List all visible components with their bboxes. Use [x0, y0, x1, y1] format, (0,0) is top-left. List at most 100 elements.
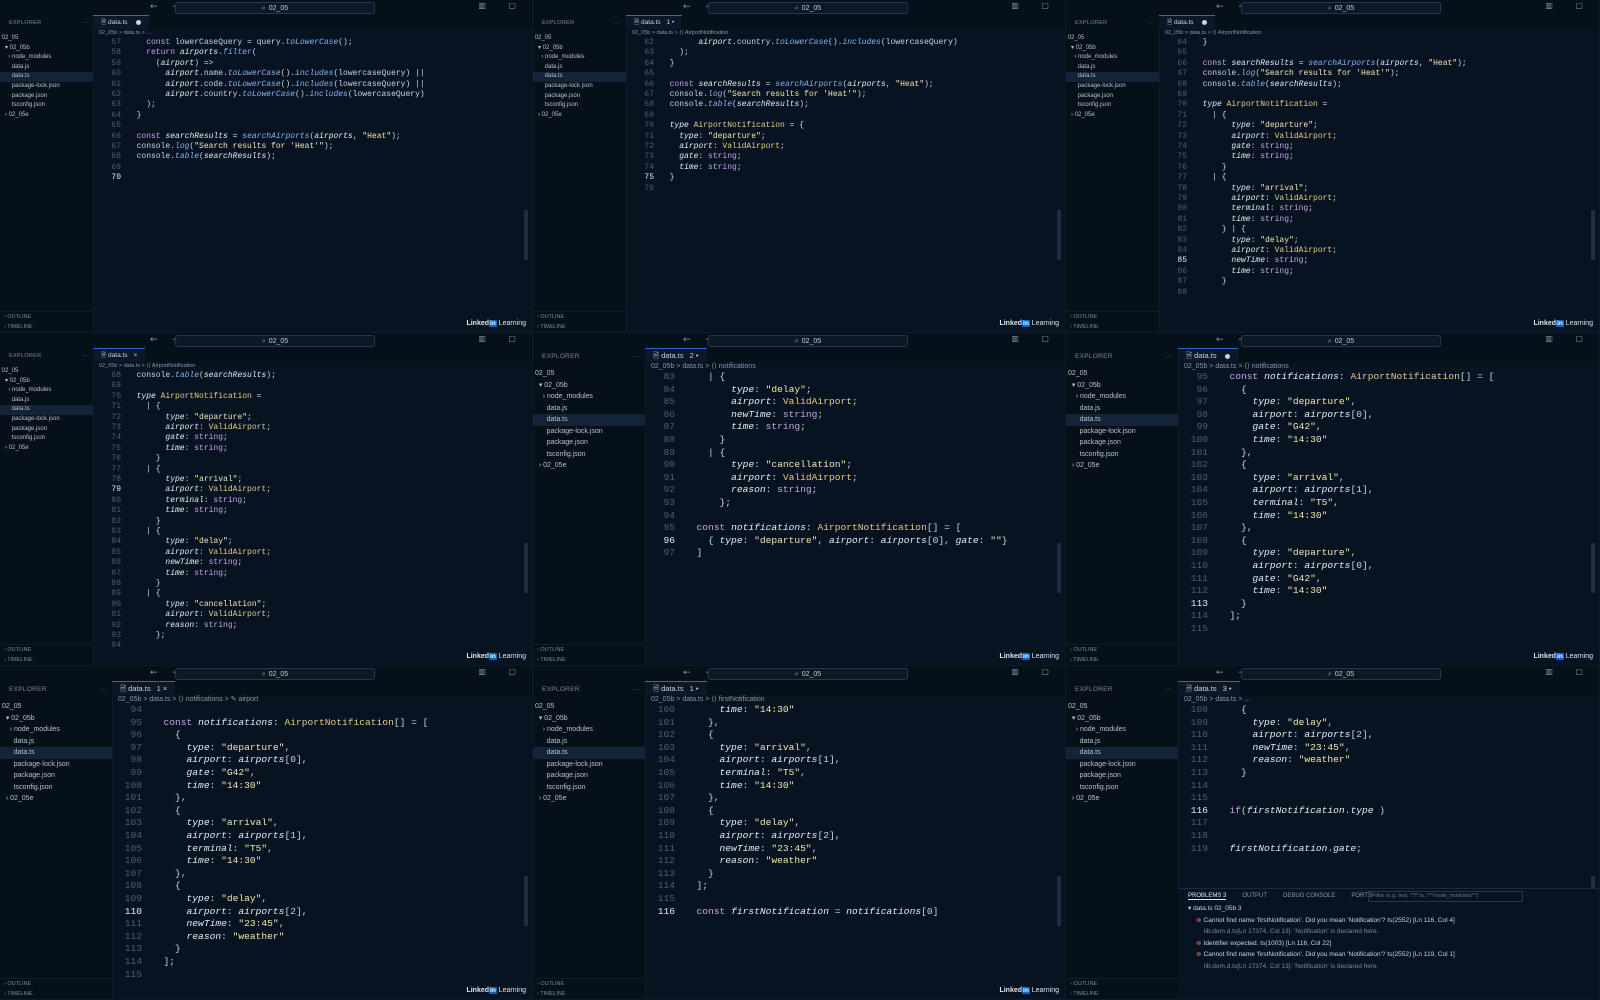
- tab-status[interactable]: 1 •: [667, 19, 675, 26]
- layout-toggle-icon[interactable]: ▥ ▢: [1545, 667, 1593, 676]
- tab-data-ts[interactable]: 🗎 data.ts ×: [93, 348, 146, 362]
- problem-item[interactable]: ⊗ Identifier expected. ts(1003) [Ln 116,…: [1178, 938, 1599, 950]
- timeline-section[interactable]: › TIMELINE: [4, 655, 93, 665]
- outline-section[interactable]: › OUTLINE: [4, 312, 93, 322]
- command-search-input[interactable]: ⌕ 02_05: [1241, 335, 1441, 347]
- timeline-section[interactable]: › TIMELINE: [1070, 655, 1178, 665]
- layout-toggle-icon[interactable]: ▥ ▢: [1011, 334, 1059, 343]
- problem-item[interactable]: ⊗ Cannot find name 'firstNotification'. …: [1178, 949, 1599, 961]
- code-editor[interactable]: 68 console.table(searchResults); 69 70 typ…: [93, 371, 532, 665]
- layout-toggle-icon[interactable]: ▥ ▢: [1011, 667, 1059, 676]
- breadcrumb[interactable]: 02_05b > data.ts > ⟨⟩ notifications: [645, 362, 1065, 371]
- outline-section[interactable]: › OUTLINE: [1070, 312, 1159, 322]
- breadcrumb[interactable]: 02_05b > data.ts > ⟨⟩ notifications > ✎ …: [112, 695, 532, 704]
- code-editor[interactable]: 64 } 65 66 const searchResults = searchAir…: [1159, 38, 1599, 332]
- file-tree-item[interactable]: package.json: [533, 770, 645, 782]
- file-tree-item[interactable]: › node_modules: [1066, 391, 1178, 403]
- more-actions-icon[interactable]: ···: [1148, 20, 1154, 26]
- file-tree-item[interactable]: data.js: [0, 736, 112, 748]
- tab-status[interactable]: 1 ×: [157, 684, 168, 693]
- file-tree-item[interactable]: 02_05: [0, 34, 93, 44]
- timeline-section[interactable]: › TIMELINE: [1070, 322, 1159, 332]
- file-tree-item[interactable]: package.json: [533, 92, 626, 102]
- file-tree-item[interactable]: › 02_05e: [533, 460, 645, 472]
- file-tree-item[interactable]: › 02_05e: [533, 111, 626, 121]
- file-tree-item[interactable]: 02_05: [533, 368, 645, 380]
- more-actions-icon[interactable]: ···: [100, 686, 107, 693]
- layout-toggle-icon[interactable]: ▥ ▢: [1545, 334, 1593, 343]
- scrollbar[interactable]: [1057, 876, 1061, 926]
- file-tree-item[interactable]: 02_05: [533, 701, 645, 713]
- layout-toggle-icon[interactable]: ▥ ▢: [478, 667, 526, 676]
- file-tree-item[interactable]: package-lock.json: [1066, 426, 1178, 438]
- code-editor[interactable]: 100 time: "14:30" 101 }, 102 {103 type: "a…: [645, 704, 1065, 999]
- outline-section[interactable]: › OUTLINE: [537, 979, 645, 989]
- tab-status[interactable]: 2 •: [690, 351, 699, 360]
- command-search-input[interactable]: ⌕ 02_05: [175, 335, 375, 347]
- tab-data-ts[interactable]: 🗎 data.ts: [1178, 348, 1238, 362]
- breadcrumb[interactable]: 02_05b > data.ts > ...: [93, 29, 532, 38]
- scrollbar[interactable]: [524, 210, 528, 260]
- file-tree-item[interactable]: ▾ 02_05b: [533, 713, 645, 725]
- file-tree-item[interactable]: › 02_05e: [0, 111, 93, 121]
- file-tree-item[interactable]: ▾ 02_05b: [533, 44, 626, 54]
- timeline-section[interactable]: › TIMELINE: [537, 655, 645, 665]
- file-tree-item[interactable]: › 02_05e: [1066, 111, 1159, 121]
- file-tree-item[interactable]: data.js: [0, 396, 93, 406]
- timeline-section[interactable]: › TIMELINE: [4, 989, 112, 999]
- tab-data-ts[interactable]: 🗎 data.ts 1 •: [645, 681, 707, 695]
- file-tree-item[interactable]: package-lock.json: [1066, 82, 1159, 92]
- file-tree-item[interactable]: package-lock.json: [1066, 759, 1178, 771]
- more-actions-icon[interactable]: ···: [82, 353, 88, 359]
- tab-data-ts[interactable]: 🗎 data.ts 1 ×: [112, 681, 176, 695]
- file-tree-item[interactable]: data.ts: [533, 72, 626, 82]
- file-tree-item[interactable]: package.json: [1066, 770, 1178, 782]
- file-tree-item[interactable]: data.ts: [0, 405, 93, 415]
- code-editor[interactable]: 62 airport.country.toLowerCase().include…: [626, 38, 1065, 332]
- unsaved-dot-icon[interactable]: [1224, 353, 1230, 359]
- file-tree-item[interactable]: data.ts: [533, 747, 645, 759]
- file-tree-item[interactable]: ▾ 02_05b: [0, 377, 93, 387]
- file-tree-item[interactable]: 02_05: [1066, 368, 1178, 380]
- file-tree-item[interactable]: package.json: [0, 770, 112, 782]
- problems-filter-input[interactable]: Filter (e.g. text, **/*.ts, !**/node_mod…: [1368, 891, 1523, 902]
- file-tree-item[interactable]: › node_modules: [0, 53, 93, 63]
- scrollbar[interactable]: [1591, 210, 1595, 260]
- outline-section[interactable]: › OUTLINE: [1070, 979, 1178, 989]
- file-tree-item[interactable]: data.js: [0, 63, 93, 73]
- file-tree-item[interactable]: tsconfig.json: [533, 101, 626, 111]
- file-tree-item[interactable]: data.js: [1066, 63, 1159, 73]
- breadcrumb[interactable]: 02_05b > data.ts > ⟨⟩ notifications: [1178, 362, 1599, 371]
- file-tree-item[interactable]: data.ts: [1066, 72, 1159, 82]
- scrollbar[interactable]: [524, 543, 528, 593]
- breadcrumb[interactable]: 02_05b > data.ts > ...: [1178, 695, 1599, 704]
- file-tree-item[interactable]: › node_modules: [533, 724, 645, 736]
- file-tree-item[interactable]: › 02_05e: [0, 793, 112, 805]
- outline-section[interactable]: › OUTLINE: [537, 645, 645, 655]
- command-search-input[interactable]: ⌕ 02_05: [175, 2, 375, 14]
- timeline-section[interactable]: › TIMELINE: [4, 322, 93, 332]
- timeline-section[interactable]: › TIMELINE: [1070, 989, 1178, 999]
- panel-tab[interactable]: DEBUG CONSOLE: [1283, 893, 1335, 899]
- panel-tab[interactable]: PROBLEMS 3: [1188, 893, 1227, 900]
- file-tree-item[interactable]: package.json: [533, 437, 645, 449]
- file-tree-item[interactable]: 02_05: [1066, 34, 1159, 44]
- file-tree-item[interactable]: › node_modules: [533, 391, 645, 403]
- file-tree-item[interactable]: data.js: [533, 736, 645, 748]
- tab-data-ts[interactable]: 🗎 data.ts 3 •: [1178, 681, 1240, 695]
- layout-toggle-icon[interactable]: ▥ ▢: [1011, 1, 1059, 10]
- outline-section[interactable]: › OUTLINE: [4, 979, 112, 989]
- file-tree-item[interactable]: package-lock.json: [0, 759, 112, 771]
- file-tree-item[interactable]: ▾ 02_05b: [0, 44, 93, 54]
- file-tree-item[interactable]: package-lock.json: [533, 759, 645, 771]
- breadcrumb[interactable]: 02_05b > data.ts > ⟨⟩ AirportNotificatio…: [93, 362, 532, 371]
- file-tree-item[interactable]: › 02_05e: [0, 444, 93, 454]
- problem-item[interactable]: ⊗ Cannot find name 'firstNotification'. …: [1178, 915, 1599, 927]
- breadcrumb[interactable]: 02_05b > data.ts > ⟨⟩ firstNotification: [645, 695, 1065, 704]
- file-tree-item[interactable]: tsconfig.json: [533, 449, 645, 461]
- problems-file-group[interactable]: ▾ data.ts 02_05b 3: [1178, 903, 1599, 915]
- file-tree-item[interactable]: 02_05: [533, 34, 626, 44]
- file-tree-item[interactable]: data.ts: [1066, 414, 1178, 426]
- tab-data-ts[interactable]: 🗎 data.ts 1 •: [626, 15, 683, 29]
- more-actions-icon[interactable]: ···: [633, 353, 640, 360]
